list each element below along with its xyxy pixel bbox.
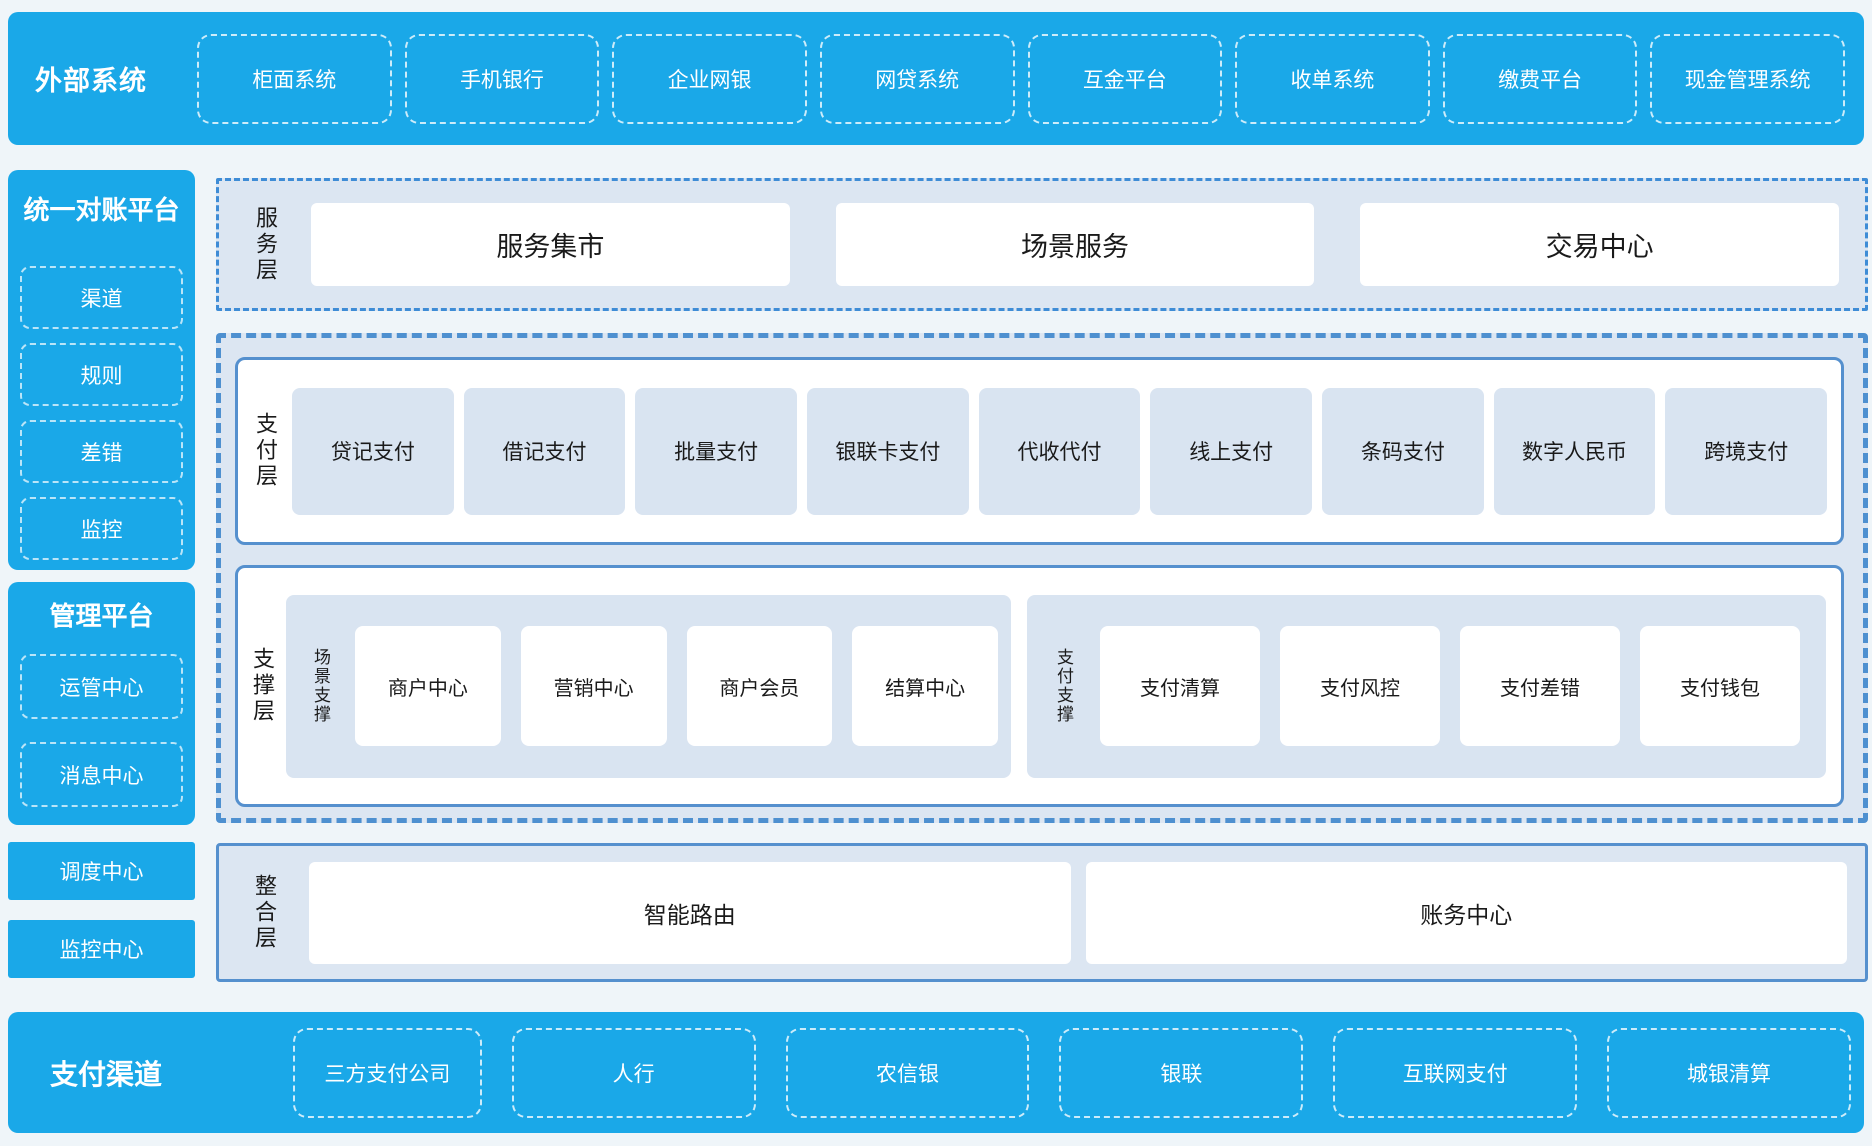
payment-channel-box-5: 城银清算 [1607, 1028, 1851, 1118]
scene-support-box-3: 结算中心 [852, 626, 998, 746]
payment-channel-box-4: 互联网支付 [1333, 1028, 1577, 1118]
service-box-1: 场景服务 [836, 203, 1315, 286]
integration-box-1: 账务中心 [1086, 862, 1848, 964]
reconciliation-items: 渠道规则差错监控 [8, 266, 195, 560]
integration-layer: 整合层 智能路由账务中心 [216, 843, 1868, 982]
main-layers-column: 服务层 服务集市场景服务交易中心 支付层 贷记支付借记支付批量支付银联卡支付代收… [216, 178, 1868, 982]
payment-layer-boxes: 贷记支付借记支付批量支付银联卡支付代收代付线上支付条码支付数字人民币跨境支付 [292, 388, 1827, 515]
external-system-box-4: 互金平台 [1028, 34, 1223, 124]
payment-channels-bar: 支付渠道 三方支付公司人行农信银银联互联网支付城银清算 [8, 1012, 1864, 1133]
service-layer: 服务层 服务集市场景服务交易中心 [216, 178, 1868, 311]
external-system-box-0: 柜面系统 [197, 34, 392, 124]
service-box-0: 服务集市 [311, 203, 790, 286]
payment-channel-box-2: 农信银 [786, 1028, 1030, 1118]
payment-channel-box-1: 人行 [512, 1028, 756, 1118]
payment-channel-box-3: 银联 [1059, 1028, 1303, 1118]
reconciliation-platform-block: 统一对账平台 渠道规则差错监控 [8, 170, 195, 570]
integration-layer-label: 整合层 [219, 874, 309, 952]
management-items: 运管中心消息中心 [8, 654, 195, 807]
payment-support-group: 支付支撑 支付清算支付风控支付差错支付钱包 [1027, 595, 1826, 778]
external-system-box-2: 企业网银 [612, 34, 807, 124]
payment-box-5: 线上支付 [1150, 388, 1312, 515]
service-layer-boxes: 服务集市场景服务交易中心 [311, 203, 1839, 286]
management-platform-title: 管理平台 [8, 598, 195, 634]
external-system-box-6: 缴费平台 [1443, 34, 1638, 124]
payment-channels-list: 三方支付公司人行农信银银联互联网支付城银清算 [293, 1028, 1851, 1118]
payment-channels-label: 支付渠道 [8, 1053, 183, 1093]
dispatch-center-box: 调度中心 [8, 842, 195, 900]
external-system-box-7: 现金管理系统 [1650, 34, 1845, 124]
monitor-center-box: 监控中心 [8, 920, 195, 978]
scene-support-box-0: 商户中心 [355, 626, 501, 746]
reconciliation-item-3: 监控 [20, 497, 183, 560]
payment-channel-box-0: 三方支付公司 [293, 1028, 482, 1118]
payment-box-2: 批量支付 [635, 388, 797, 515]
support-layer: 支撑层 场景支撑 商户中心营销中心商户会员结算中心 支付支撑 支付清算支付风控支… [235, 565, 1844, 807]
integration-layer-boxes: 智能路由账务中心 [309, 862, 1847, 964]
external-system-box-5: 收单系统 [1235, 34, 1430, 124]
reconciliation-item-2: 差错 [20, 420, 183, 483]
management-platform-block: 管理平台 运管中心消息中心 [8, 582, 195, 825]
service-box-2: 交易中心 [1360, 203, 1839, 286]
payment-architecture-diagram: 外部系统 柜面系统手机银行企业网银网贷系统互金平台收单系统缴费平台现金管理系统 … [0, 0, 1872, 1146]
payment-support-box-0: 支付清算 [1100, 626, 1260, 746]
management-item-1: 消息中心 [20, 742, 183, 807]
support-layer-label: 支撑层 [238, 647, 286, 725]
reconciliation-platform-title: 统一对账平台 [8, 192, 195, 228]
payment-support-box-1: 支付风控 [1280, 626, 1440, 746]
reconciliation-item-0: 渠道 [20, 266, 183, 329]
management-item-0: 运管中心 [20, 654, 183, 719]
external-systems-bar: 外部系统 柜面系统手机银行企业网银网贷系统互金平台收单系统缴费平台现金管理系统 [8, 12, 1864, 145]
reconciliation-item-1: 规则 [20, 343, 183, 406]
left-sidebar: 统一对账平台 渠道规则差错监控 管理平台 运管中心消息中心 调度中心 监控中心 [8, 170, 195, 978]
payment-layer: 支付层 贷记支付借记支付批量支付银联卡支付代收代付线上支付条码支付数字人民币跨境… [235, 357, 1844, 545]
payment-support-box-3: 支付钱包 [1640, 626, 1800, 746]
scene-support-box-2: 商户会员 [687, 626, 833, 746]
payment-box-7: 数字人民币 [1494, 388, 1656, 515]
external-system-box-1: 手机银行 [405, 34, 600, 124]
scene-support-group: 场景支撑 商户中心营销中心商户会员结算中心 [286, 595, 1011, 778]
payment-box-0: 贷记支付 [292, 388, 454, 515]
external-systems-list: 柜面系统手机银行企业网银网贷系统互金平台收单系统缴费平台现金管理系统 [197, 34, 1845, 124]
payment-box-1: 借记支付 [464, 388, 626, 515]
payment-box-3: 银联卡支付 [807, 388, 969, 515]
payment-support-box-2: 支付差错 [1460, 626, 1620, 746]
payment-box-8: 跨境支付 [1665, 388, 1827, 515]
payment-layer-label: 支付层 [238, 412, 292, 490]
external-system-box-3: 网贷系统 [820, 34, 1015, 124]
external-systems-label: 外部系统 [8, 59, 162, 98]
payment-support-wrapper: 支付层 贷记支付借记支付批量支付银联卡支付代收代付线上支付条码支付数字人民币跨境… [216, 333, 1868, 823]
scene-support-box-1: 营销中心 [521, 626, 667, 746]
service-layer-label: 服务层 [219, 206, 311, 284]
scene-support-label: 场景支撑 [286, 648, 355, 724]
payment-box-6: 条码支付 [1322, 388, 1484, 515]
payment-support-label: 支付支撑 [1027, 648, 1100, 724]
integration-box-0: 智能路由 [309, 862, 1071, 964]
scene-support-boxes: 商户中心营销中心商户会员结算中心 [355, 626, 998, 746]
payment-box-4: 代收代付 [979, 388, 1141, 515]
payment-support-boxes: 支付清算支付风控支付差错支付钱包 [1100, 626, 1800, 746]
